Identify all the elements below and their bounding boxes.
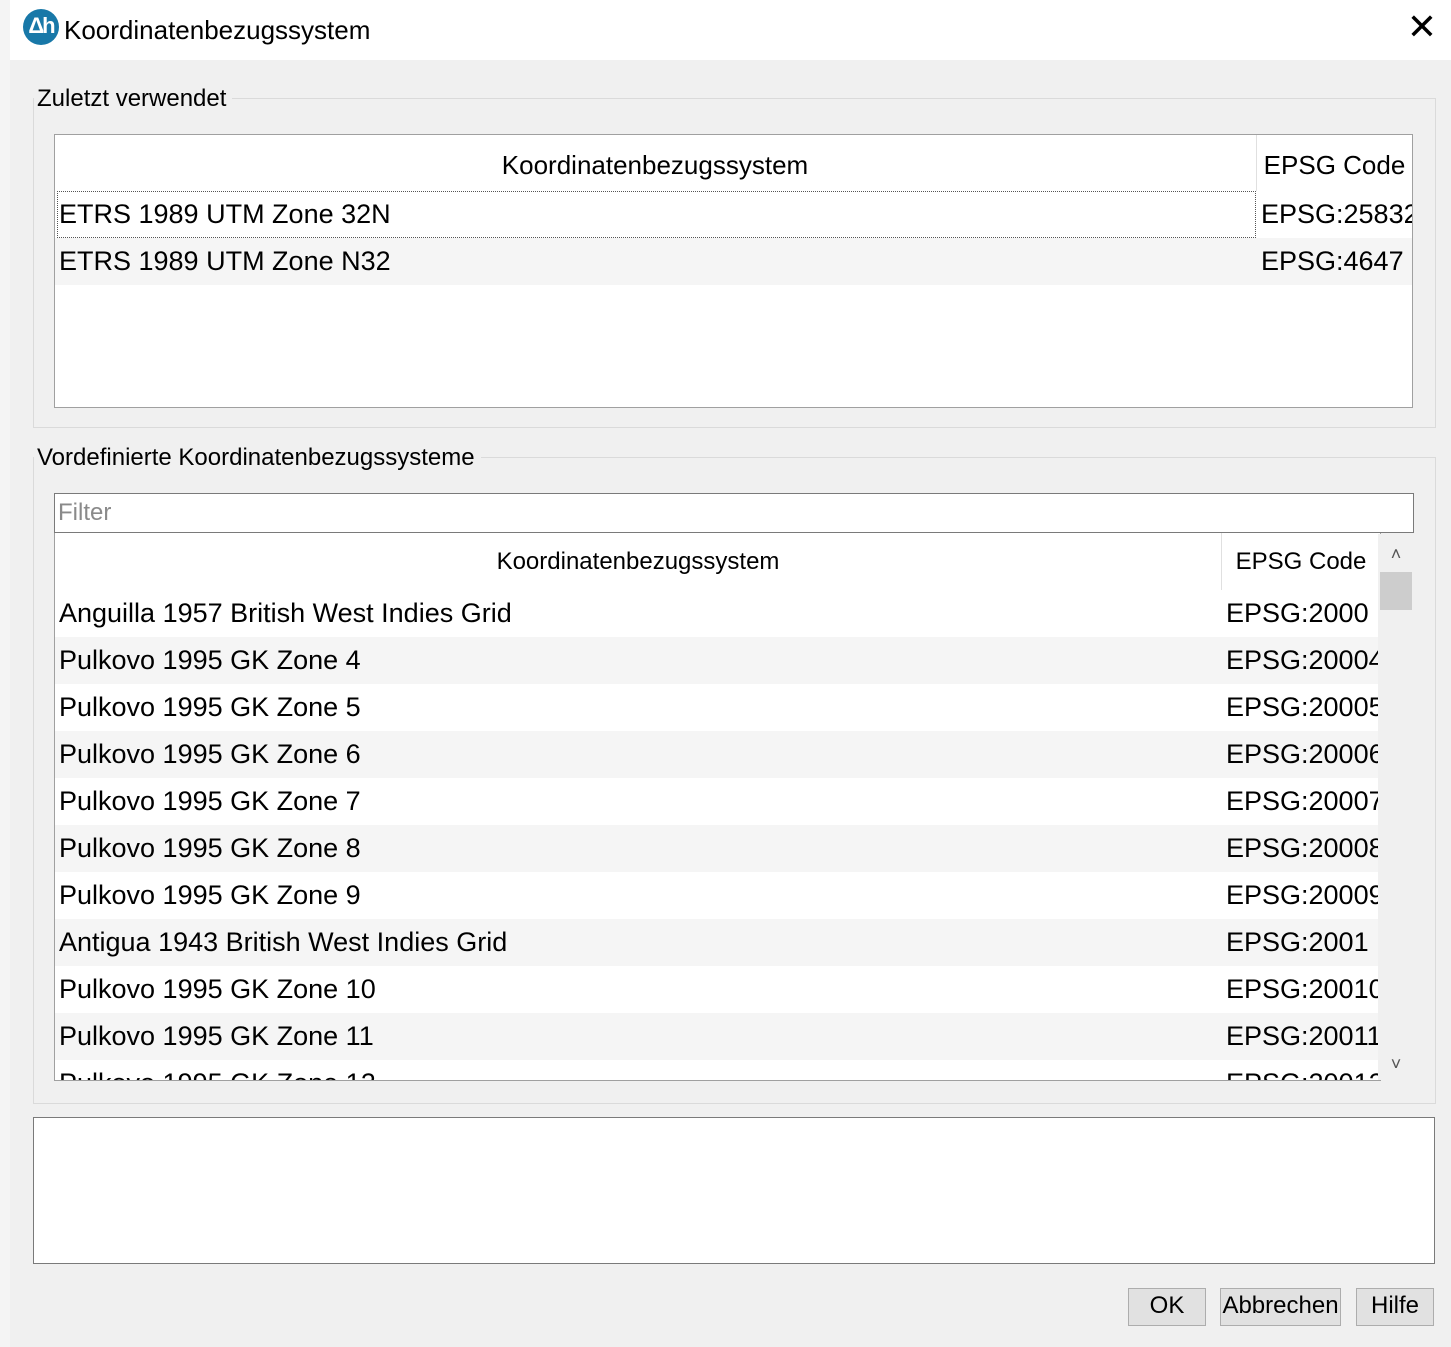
window-title: Koordinatenbezugssystem: [64, 15, 371, 45]
epsg-code-cell: EPSG:20007: [1226, 786, 1381, 816]
recent-crs-table: Koordinatenbezugssystem EPSG Code ETRS 1…: [54, 134, 1413, 408]
epsg-code-cell: EPSG:20010: [1226, 974, 1381, 1004]
table-row[interactable]: Pulkovo 1995 GK Zone 12 EPSG:20012: [55, 1060, 1380, 1080]
table-row[interactable]: Pulkovo 1995 GK Zone 5 EPSG:20005: [55, 684, 1380, 731]
focus-outline: [57, 191, 1256, 238]
scroll-down-icon[interactable]: ˅: [1378, 1046, 1414, 1082]
cancel-button[interactable]: Abbrechen: [1220, 1288, 1341, 1326]
table-row[interactable]: Pulkovo 1995 GK Zone 6 EPSG:20006: [55, 731, 1380, 778]
epsg-code-cell: EPSG:20012: [1226, 1060, 1380, 1080]
crs-name-cell: Pulkovo 1995 GK Zone 8: [59, 833, 361, 863]
epsg-code-cell: EPSG:25832: [1261, 199, 1413, 229]
crs-name-cell: Pulkovo 1995 GK Zone 5: [59, 692, 361, 722]
predefined-crs-legend: Vordefinierte Koordinatenbezugssysteme: [34, 443, 481, 473]
crs-name-cell: Pulkovo 1995 GK Zone 9: [59, 880, 361, 910]
close-icon[interactable]: ✕: [1399, 4, 1445, 50]
table-row[interactable]: Pulkovo 1995 GK Zone 7 EPSG:20007: [55, 778, 1380, 825]
crs-name-cell: Pulkovo 1995 GK Zone 4: [59, 645, 361, 675]
column-header-crs[interactable]: Koordinatenbezugssystem: [55, 135, 1255, 191]
title-bar: Δh Koordinatenbezugssystem ✕: [10, 0, 1451, 60]
epsg-code-cell: EPSG:4647: [1261, 246, 1404, 276]
predefined-crs-table: Koordinatenbezugssystem EPSG Code Anguil…: [54, 533, 1381, 1081]
epsg-code-cell: EPSG:2001: [1226, 927, 1369, 957]
predefined-scrollbar[interactable]: ˄ ˅: [1378, 534, 1414, 1080]
crs-name-cell: Antigua 1943 British West Indies Grid: [59, 927, 508, 957]
column-header-crs[interactable]: Koordinatenbezugssystem: [55, 533, 1221, 590]
crs-dialog: Δh Koordinatenbezugssystem ✕ Zuletzt ver…: [10, 0, 1451, 1347]
epsg-code-cell: EPSG:20006: [1226, 739, 1381, 769]
crs-name-cell: Pulkovo 1995 GK Zone 6: [59, 739, 361, 769]
table-row[interactable]: Pulkovo 1995 GK Zone 4 EPSG:20004: [55, 637, 1380, 684]
crs-name-cell: Pulkovo 1995 GK Zone 11: [59, 1021, 374, 1051]
epsg-code-cell: EPSG:2000: [1226, 598, 1369, 628]
help-button[interactable]: Hilfe: [1356, 1288, 1434, 1326]
recent-crs-legend: Zuletzt verwendet: [34, 84, 233, 114]
crs-name-cell: Pulkovo 1995 GK Zone 7: [59, 786, 361, 816]
table-row[interactable]: Pulkovo 1995 GK Zone 8 EPSG:20008: [55, 825, 1380, 872]
crs-details-box: [33, 1117, 1435, 1264]
ok-button[interactable]: OK: [1128, 1288, 1206, 1326]
table-row[interactable]: ETRS 1989 UTM Zone 32N EPSG:25832: [55, 191, 1412, 238]
table-row[interactable]: Antigua 1943 British West Indies Grid EPS…: [55, 919, 1380, 966]
epsg-code-cell: EPSG:20005: [1226, 692, 1381, 722]
table-row[interactable]: Pulkovo 1995 GK Zone 11 EPSG:20011: [55, 1013, 1380, 1060]
crs-name-cell: Pulkovo 1995 GK Zone 12: [59, 1060, 376, 1080]
epsg-code-cell: EPSG:20004: [1226, 645, 1381, 675]
epsg-code-cell: EPSG:20008: [1226, 833, 1381, 863]
filter-input[interactable]: [54, 493, 1414, 533]
epsg-code-cell: EPSG:20011: [1226, 1021, 1381, 1051]
crs-name-cell: Anguilla 1957 British West Indies Grid: [59, 598, 512, 628]
crs-name-cell: ETRS 1989 UTM Zone N32: [59, 246, 391, 276]
app-logo-text: Δh: [28, 13, 55, 38]
recent-table-header: Koordinatenbezugssystem EPSG Code: [55, 135, 1412, 191]
crs-name-cell: Pulkovo 1995 GK Zone 10: [59, 974, 376, 1004]
scroll-up-icon[interactable]: ˄: [1378, 536, 1414, 572]
predefined-table-header: Koordinatenbezugssystem EPSG Code: [55, 533, 1380, 590]
epsg-code-cell: EPSG:20009: [1226, 880, 1381, 910]
column-header-epsg[interactable]: EPSG Code: [1222, 533, 1380, 590]
table-row[interactable]: ETRS 1989 UTM Zone N32 EPSG:4647: [55, 238, 1412, 285]
column-header-epsg[interactable]: EPSG Code: [1257, 135, 1412, 191]
table-row[interactable]: Anguilla 1957 British West Indies Grid EP…: [55, 590, 1380, 637]
table-row[interactable]: Pulkovo 1995 GK Zone 9 EPSG:20009: [55, 872, 1380, 919]
app-logo-icon: Δh: [23, 9, 59, 45]
scrollbar-thumb[interactable]: [1380, 572, 1412, 610]
table-row[interactable]: Pulkovo 1995 GK Zone 10 EPSG:20010: [55, 966, 1380, 1013]
